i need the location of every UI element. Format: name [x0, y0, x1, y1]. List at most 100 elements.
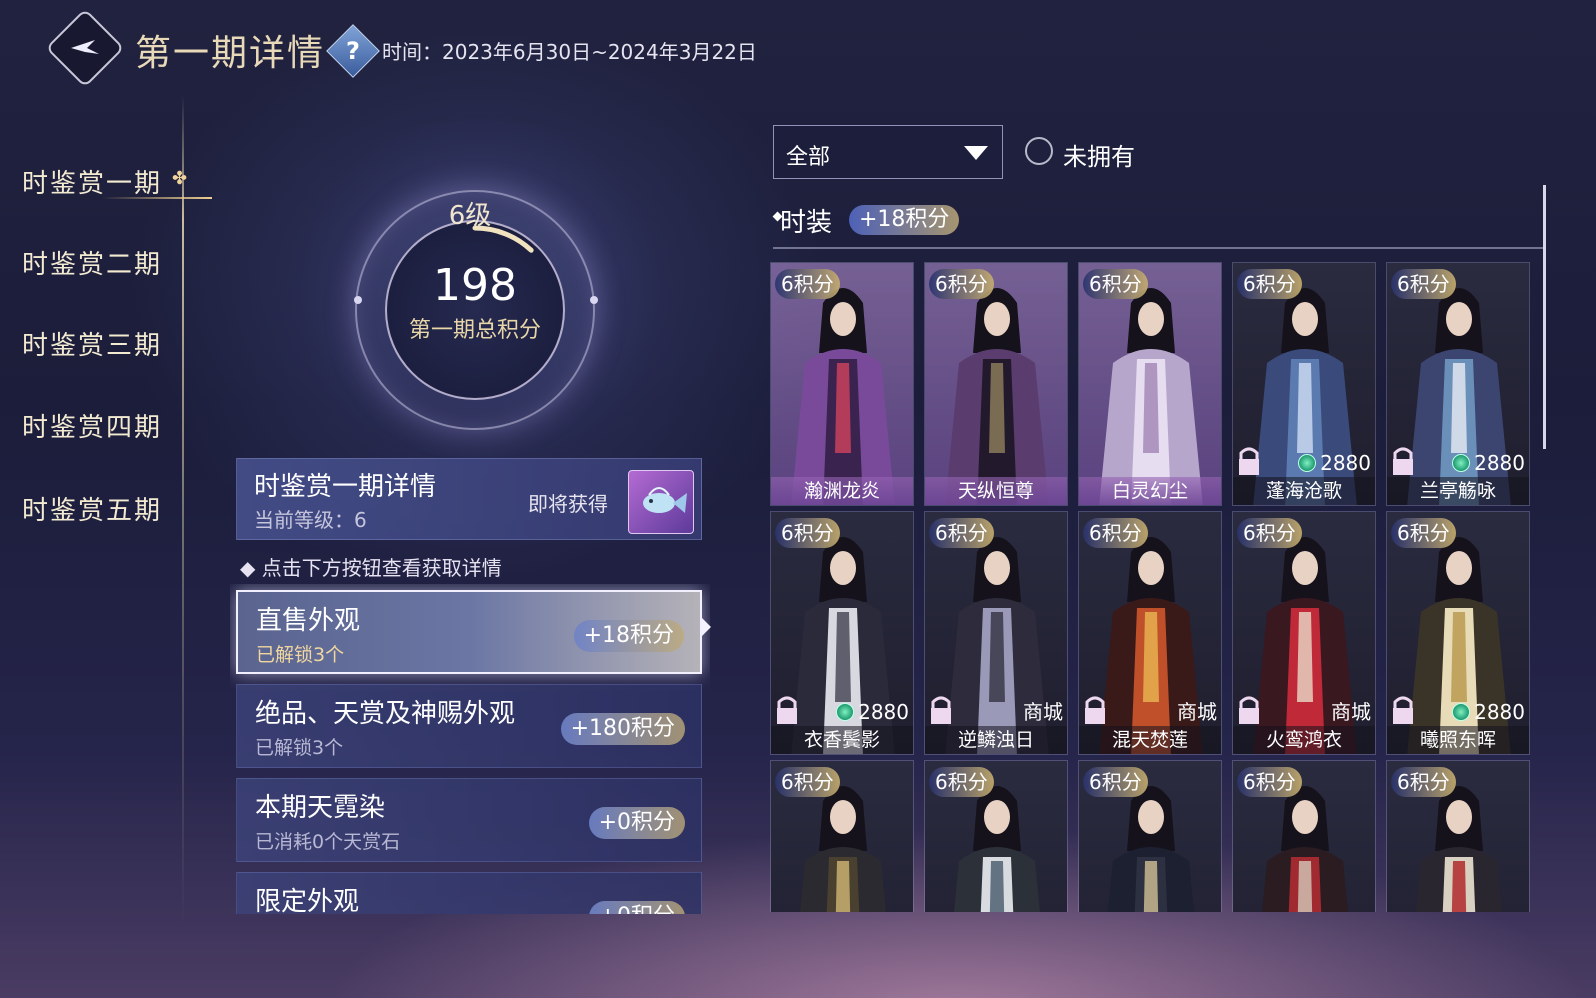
jade-currency-icon: [1298, 454, 1317, 472]
jade-currency-icon: [836, 703, 855, 721]
active-swirl-icon: ✤: [172, 168, 188, 189]
back-arrow-icon: [71, 40, 99, 54]
nav-item-period-5[interactable]: 时鉴赏五期: [22, 490, 182, 530]
outfit-points: 6积分: [1237, 767, 1302, 797]
character-figure-icon: [791, 288, 895, 505]
category-direct-sale[interactable]: 直售外观 已解锁3个 +18积分: [236, 590, 702, 674]
outfit-price: 2880: [1298, 451, 1371, 475]
outfit-name: 天纵恒尊: [925, 477, 1067, 505]
category-limited[interactable]: 限定外观 +0积分: [236, 872, 702, 914]
dial-dot: [354, 296, 362, 304]
category-sub: 已解锁3个: [255, 737, 344, 759]
outfit-card[interactable]: 6积分 瀚渊龙炎: [770, 262, 914, 506]
outfit-name: 逆鳞浊日: [925, 726, 1067, 754]
outfit-name: 瀚渊龙炎: [771, 477, 913, 505]
total-score-label: 第一期总积分: [408, 318, 541, 343]
detail-title: 时鉴赏一期详情: [254, 472, 437, 502]
category-sub: 已解锁3个: [256, 644, 345, 666]
outfit-points: 6积分: [775, 767, 840, 797]
outfit-card[interactable]: 6积分: [1232, 760, 1376, 912]
level-text: 6级: [448, 201, 492, 231]
dial-dot: [590, 296, 598, 304]
help-button[interactable]: ?: [326, 24, 380, 78]
fish-icon: [643, 487, 687, 513]
selected-arrow-icon: [702, 618, 711, 636]
jade-currency-icon: [1452, 454, 1471, 472]
outfit-points: 6积分: [775, 269, 840, 299]
category-name: 绝品、天赏及神赐外观: [255, 699, 516, 729]
unowned-radio[interactable]: [1025, 137, 1053, 165]
back-button[interactable]: [45, 8, 125, 88]
category-points: +0积分: [588, 807, 685, 839]
category-points: +0积分: [588, 901, 685, 914]
nav-divider: [182, 95, 184, 925]
lock-icon: [1393, 696, 1413, 724]
outfit-card[interactable]: 6积分: [770, 760, 914, 912]
total-score: 198: [433, 260, 517, 311]
nav-item-period-3[interactable]: 时鉴赏三期: [22, 325, 182, 365]
outfit-card[interactable]: 6积分 2880 兰亭觞咏: [1386, 262, 1530, 506]
lock-icon: [1085, 696, 1105, 724]
outfit-points: 6积分: [1391, 269, 1456, 299]
category-name: 限定外观: [255, 887, 360, 914]
outfit-price: 2880: [1452, 451, 1525, 475]
outfit-shop: 商城: [1331, 700, 1371, 724]
hint-text: ◆ 点击下方按钮查看获取详情: [240, 556, 502, 580]
category-sub: 已消耗0个天赏石: [255, 831, 401, 853]
nav-item-period-4[interactable]: 时鉴赏四期: [22, 407, 182, 447]
section-title: 时装: [780, 208, 833, 238]
period-time: 时间：2023年6月30日~2024年3月22日: [382, 40, 757, 64]
price-value: 2880: [1474, 451, 1525, 475]
category-name: 本期天霓染: [255, 793, 386, 823]
outfit-card[interactable]: 6积分 商城 逆鳞浊日: [924, 511, 1068, 755]
outfit-card[interactable]: 6积分 白灵幻尘: [1078, 262, 1222, 506]
outfit-card[interactable]: 6积分 天纵恒尊: [924, 262, 1068, 506]
soon-label: 即将获得: [528, 492, 608, 516]
jade-currency-icon: [1452, 703, 1471, 721]
filter-dropdown[interactable]: 全部: [773, 125, 1003, 179]
outfit-card[interactable]: 6积分: [1078, 760, 1222, 912]
outfit-points: 6积分: [1237, 269, 1302, 299]
outfit-card[interactable]: 6积分 2880 衣香鬓影: [770, 511, 914, 755]
outfit-points: 6积分: [1391, 518, 1456, 548]
nav-item-period-2[interactable]: 时鉴赏二期: [22, 244, 182, 284]
outfit-card[interactable]: 6积分 2880 蓬海沧歌: [1232, 262, 1376, 506]
category-dye[interactable]: 本期天霓染 已消耗0个天赏石 +0积分: [236, 778, 702, 862]
price-value: 2880: [1474, 700, 1525, 724]
character-figure-icon: [945, 288, 1049, 505]
section-divider: [773, 247, 1545, 249]
lock-icon: [1239, 696, 1259, 724]
outfit-art: [1079, 263, 1221, 505]
outfit-points: 6积分: [1083, 767, 1148, 797]
outfit-name: 白灵幻尘: [1079, 477, 1221, 505]
outfit-points: 6积分: [775, 518, 840, 548]
unowned-label[interactable]: 未拥有: [1063, 137, 1135, 172]
outfit-card[interactable]: 6积分 商城 火鸾鸿衣: [1232, 511, 1376, 755]
lock-icon: [777, 696, 797, 724]
outfit-card[interactable]: 6积分: [924, 760, 1068, 912]
lock-icon: [1239, 447, 1259, 475]
outfit-shop: 商城: [1023, 700, 1063, 724]
lock-icon: [931, 696, 951, 724]
outfit-art: [925, 263, 1067, 505]
character-figure-icon: [1099, 288, 1203, 505]
outfit-points: 6积分: [1083, 269, 1148, 299]
outfit-card[interactable]: 6积分 商城 混天焚莲: [1078, 511, 1222, 755]
outfit-points: 6积分: [1391, 767, 1456, 797]
outfit-art: [771, 263, 913, 505]
outfit-points: 6积分: [929, 518, 994, 548]
outfit-points: 6积分: [1083, 518, 1148, 548]
outfit-card[interactable]: 6积分 2880 曦照东晖: [1386, 511, 1530, 755]
category-points: +180积分: [560, 713, 685, 745]
category-premium[interactable]: 绝品、天赏及神赐外观 已解锁3个 +180积分: [236, 684, 702, 768]
outfit-grid: 6积分 瀚渊龙炎 6积分 天纵恒尊 6积分 白灵幻尘 6积分 2880 蓬海沧歌…: [770, 262, 1550, 912]
reward-fish-icon[interactable]: [628, 470, 694, 534]
outfit-name: 曦照东晖: [1387, 726, 1529, 754]
chevron-down-icon: [964, 146, 988, 160]
outfit-points: 6积分: [1237, 518, 1302, 548]
hint-label: 点击下方按钮查看获取详情: [261, 556, 502, 580]
outfit-points: 6积分: [929, 269, 994, 299]
nav-item-period-1[interactable]: 时鉴赏一期: [22, 163, 212, 203]
outfit-name: 火鸾鸿衣: [1233, 726, 1375, 754]
outfit-card[interactable]: 6积分: [1386, 760, 1530, 912]
